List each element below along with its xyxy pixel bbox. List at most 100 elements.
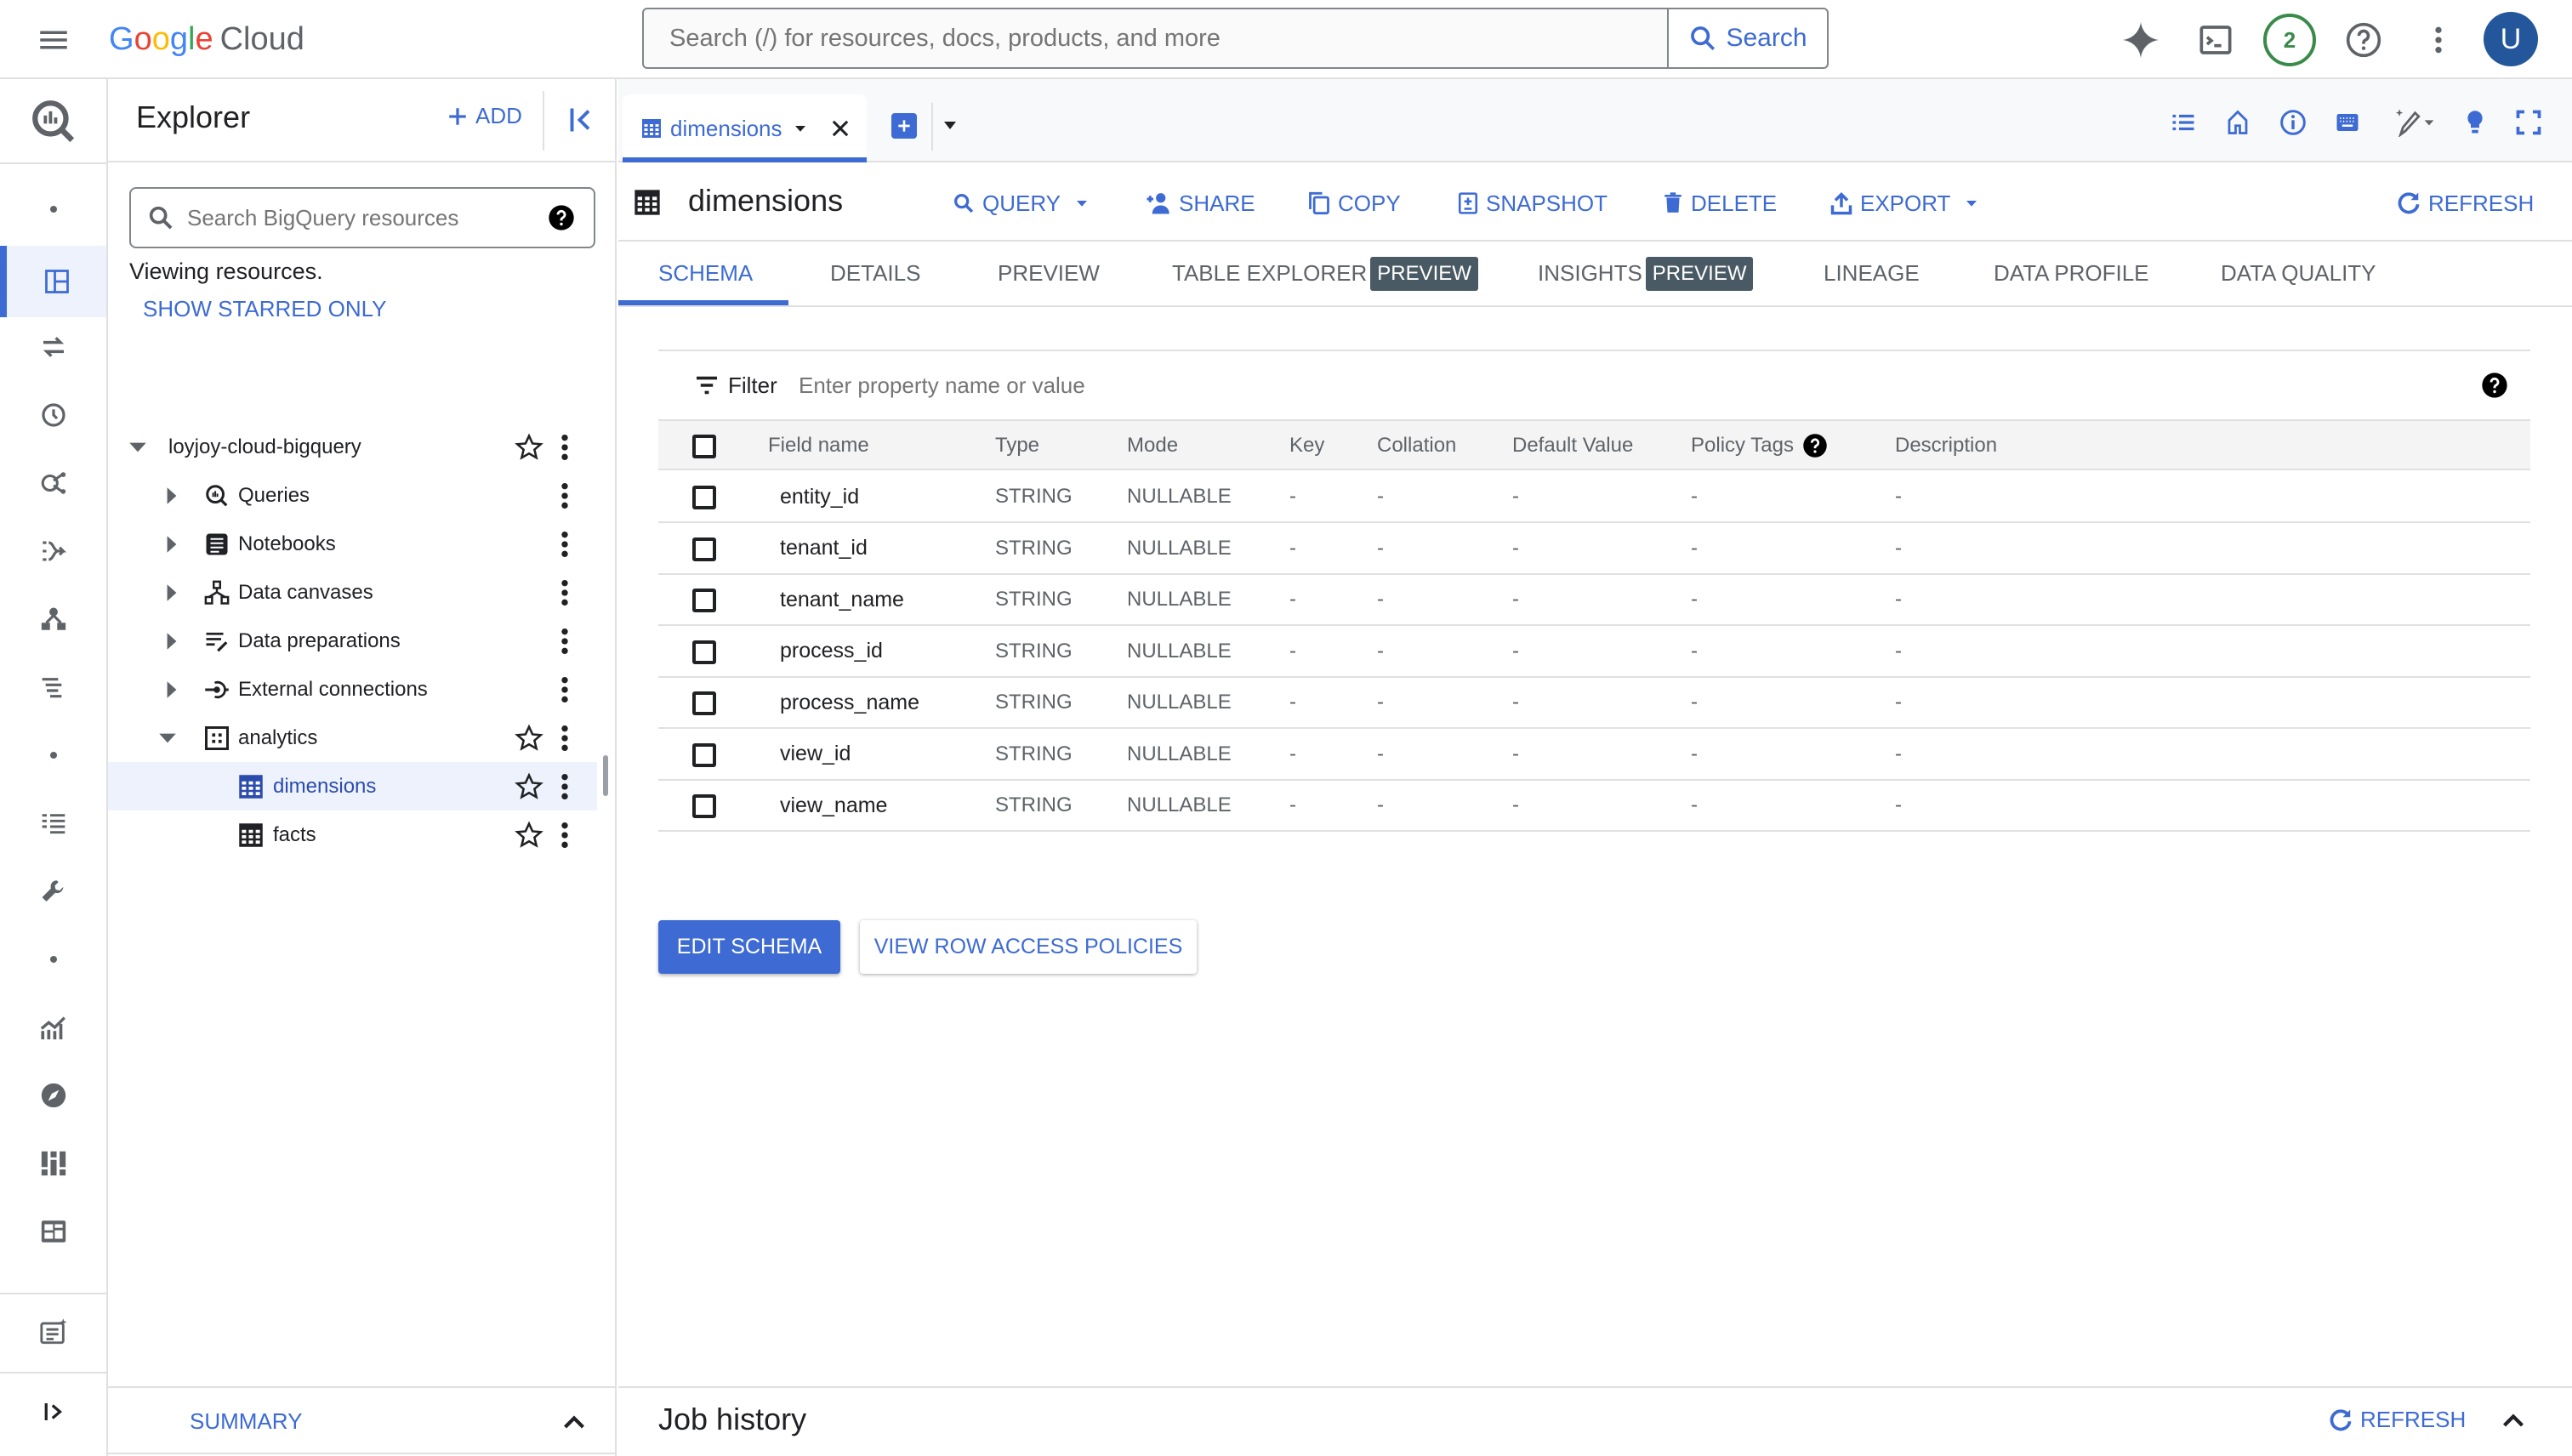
rail-item-analytics-hub[interactable]	[0, 452, 106, 515]
column-header[interactable]: Type	[995, 421, 1039, 470]
caret-down-icon[interactable]	[940, 115, 960, 135]
tab-insights[interactable]: INSIGHTS PREVIEW	[1538, 242, 1754, 305]
tree-item-project[interactable]: loyjoy-cloud-bigquery	[108, 423, 597, 471]
field-name-cell[interactable]: process_id	[780, 627, 883, 676]
notifications-badge[interactable]: 2	[2263, 14, 2316, 66]
tab-lineage[interactable]: LINEAGE	[1824, 242, 1920, 305]
tree-item-external-connections[interactable]: External connections	[108, 665, 597, 714]
edit-schema-button[interactable]: EDIT SCHEMA	[658, 920, 840, 974]
shortcuts-button[interactable]	[2333, 108, 2362, 137]
star-icon[interactable]	[515, 433, 543, 462]
fullscreen-button[interactable]	[2514, 108, 2543, 137]
rail-item-explore[interactable]	[0, 1064, 106, 1127]
row-checkbox[interactable]	[692, 742, 716, 767]
export-button[interactable]: EXPORT	[1829, 186, 1979, 220]
help-icon[interactable]	[1802, 433, 1828, 458]
tab-schema[interactable]: SCHEMA	[658, 242, 753, 305]
main-menu-button[interactable]	[36, 22, 71, 58]
field-name-cell[interactable]: view_id	[780, 730, 851, 779]
new-tab-button[interactable]	[891, 113, 917, 139]
row-checkbox[interactable]	[692, 640, 716, 664]
rail-item-scheduled-queries[interactable]	[0, 384, 106, 446]
rail-item-dataflow[interactable]	[0, 520, 106, 583]
view-row-access-policies-button[interactable]: VIEW ROW ACCESS POLICIES	[860, 920, 1197, 974]
home-button[interactable]	[2223, 108, 2252, 137]
rail-item-explorer[interactable]	[0, 246, 106, 317]
tree-item-data-canvases[interactable]: Data canvases	[108, 568, 597, 617]
more-vert-icon[interactable]	[559, 530, 571, 559]
cloud-shell-button[interactable]	[2193, 17, 2239, 63]
tips-button[interactable]	[2461, 108, 2489, 137]
tab-table-explorer[interactable]: TABLE EXPLORER PREVIEW	[1172, 242, 1478, 305]
outline-button[interactable]	[2169, 108, 2198, 137]
avatar[interactable]: U	[2484, 12, 2538, 66]
column-header[interactable]: Mode	[1127, 421, 1178, 470]
rail-item-more-lower[interactable]	[0, 928, 106, 991]
refresh-button[interactable]: REFRESH	[2396, 186, 2534, 220]
expand-rail-button[interactable]	[0, 1380, 106, 1443]
row-checkbox[interactable]	[692, 589, 716, 612]
row-checkbox[interactable]	[692, 794, 716, 818]
rail-item-release-notes[interactable]	[0, 1300, 106, 1363]
google-cloud-logo[interactable]: Google Cloud	[109, 15, 304, 63]
schema-field-row[interactable]: tenant_name STRING NULLABLE - - - - -	[658, 575, 2530, 626]
more-options-button[interactable]	[2416, 17, 2461, 63]
summary-tab[interactable]: SUMMARY	[190, 1408, 302, 1435]
expand-caret[interactable]	[155, 725, 180, 751]
more-vert-icon[interactable]	[559, 578, 571, 607]
rail-item-dashboards[interactable]	[0, 1132, 106, 1195]
tab-data-profile[interactable]: DATA PROFILE	[1994, 242, 2149, 305]
more-vert-icon[interactable]	[559, 772, 571, 801]
schema-field-row[interactable]: view_id STRING NULLABLE - - - - -	[658, 730, 2530, 781]
star-icon[interactable]	[515, 724, 543, 753]
show-starred-only-link[interactable]: SHOW STARRED ONLY	[143, 296, 387, 322]
tab-data-quality[interactable]: DATA QUALITY	[2221, 242, 2376, 305]
tab-details[interactable]: DETAILS	[830, 242, 920, 305]
resource-search-input[interactable]	[187, 204, 548, 231]
field-name-cell[interactable]: entity_id	[780, 472, 859, 521]
star-icon[interactable]	[515, 772, 543, 801]
rail-item-capacity[interactable]	[0, 1200, 106, 1263]
tree-item-queries[interactable]: Queries	[108, 471, 597, 520]
rail-item-partner-center[interactable]	[0, 588, 106, 651]
column-header[interactable]: Default Value	[1512, 421, 1633, 470]
select-all-checkbox[interactable]	[692, 435, 716, 458]
chevron-up-icon[interactable]	[559, 1407, 589, 1437]
expand-caret[interactable]	[159, 532, 185, 557]
rail-item-workflows[interactable]	[0, 792, 106, 855]
collapse-explorer-button[interactable]	[566, 105, 596, 135]
row-checkbox[interactable]	[692, 537, 716, 561]
row-checkbox[interactable]	[692, 691, 716, 715]
field-name-cell[interactable]: view_name	[780, 781, 887, 830]
column-header[interactable]: Policy Tags	[1691, 421, 1828, 470]
explorer-scrollbar[interactable]	[603, 755, 608, 796]
expand-caret[interactable]	[159, 677, 185, 702]
tree-item-data-preparations[interactable]: Data preparations	[108, 617, 597, 665]
more-vert-icon[interactable]	[559, 821, 571, 850]
chevron-up-icon[interactable]	[2498, 1405, 2529, 1436]
field-name-cell[interactable]: tenant_id	[780, 524, 868, 573]
schema-field-row[interactable]: entity_id STRING NULLABLE - - - - -	[658, 472, 2530, 523]
tab-preview[interactable]: PREVIEW	[998, 242, 1100, 305]
tree-item-dataset-analytics[interactable]: analytics	[108, 714, 597, 762]
column-header[interactable]: Field name	[768, 421, 869, 470]
delete-button[interactable]: DELETE	[1662, 186, 1777, 220]
query-button[interactable]: QUERY	[952, 186, 1090, 220]
info-button[interactable]	[2279, 108, 2307, 137]
filter-input[interactable]	[799, 367, 2330, 404]
field-name-cell[interactable]: tenant_name	[780, 575, 904, 624]
tree-item-notebooks[interactable]: Notebooks	[108, 520, 597, 568]
schema-field-row[interactable]: process_name STRING NULLABLE - - - - -	[658, 678, 2530, 729]
tree-item-table-dimensions[interactable]: dimensions	[108, 762, 597, 810]
tree-item-table-facts[interactable]: facts	[108, 810, 597, 859]
rail-item-more-above[interactable]	[0, 178, 106, 241]
column-header[interactable]: Collation	[1377, 421, 1456, 470]
rail-item-more-middle[interactable]	[0, 724, 106, 787]
job-history-refresh-button[interactable]: REFRESH	[2328, 1407, 2466, 1433]
snapshot-button[interactable]: SNAPSHOT	[1457, 186, 1608, 220]
more-vert-icon[interactable]	[559, 481, 571, 510]
expand-caret[interactable]	[125, 435, 151, 460]
close-icon[interactable]	[828, 117, 852, 140]
star-icon[interactable]	[515, 821, 543, 850]
gemini-button[interactable]	[2118, 17, 2164, 63]
